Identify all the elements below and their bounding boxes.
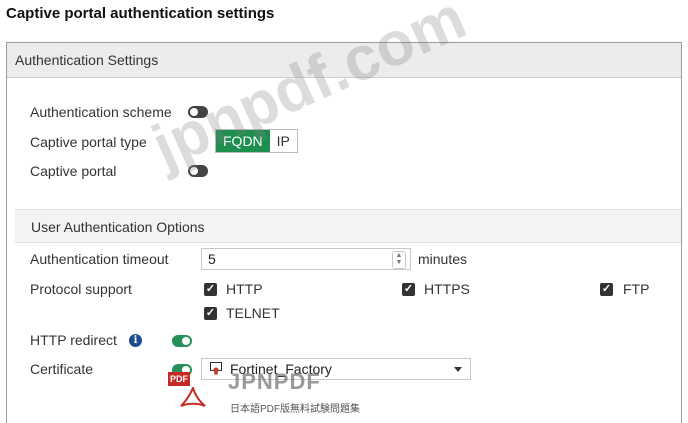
protocol-telnet-checkbox[interactable]: ✓ [204, 307, 217, 320]
timeout-unit-label: minutes [418, 251, 468, 267]
protocol-support-label: Protocol support [30, 281, 132, 297]
protocol-ftp-label: FTP [623, 281, 650, 297]
protocol-ftp-checkbox[interactable]: ✓ [600, 283, 613, 296]
protocol-http-checkbox[interactable]: ✓ [204, 283, 217, 296]
watermark-subtitle: 日本語PDF版無料試験問題集 [230, 404, 360, 415]
panel-header: Authentication Settings [7, 43, 681, 78]
watermark-brand: JPNPDF [228, 369, 321, 394]
captive-portal-label: Captive portal [30, 163, 117, 179]
captive-portal-type-label: Captive portal type [30, 134, 147, 150]
authentication-scheme-label: Authentication scheme [30, 104, 172, 120]
timeout-spinner-icon[interactable]: ▲ ▼ [392, 251, 406, 269]
protocol-telnet-label: TELNET [226, 305, 280, 321]
watermark-logo: PDF JPNPDF 日本語PDF版無料試験問題集 [168, 369, 378, 417]
chevron-down-icon [454, 367, 462, 372]
authentication-timeout-label: Authentication timeout [30, 251, 169, 267]
protocol-https-checkbox[interactable]: ✓ [402, 283, 415, 296]
authentication-settings-panel: Authentication Settings Authentication s… [6, 42, 682, 423]
info-icon[interactable]: i [129, 334, 142, 347]
acrobat-icon [180, 387, 206, 407]
authentication-scheme-toggle[interactable] [188, 106, 208, 118]
captive-portal-type-fqdn-option[interactable]: FQDN [216, 130, 270, 152]
captive-portal-type-selector: FQDN IP [215, 129, 298, 153]
captive-portal-type-ip-option[interactable]: IP [269, 130, 297, 152]
page-title: Captive portal authentication settings [6, 5, 275, 22]
user-authentication-options-header: User Authentication Options [15, 209, 681, 243]
pdf-badge-icon: PDF [168, 372, 190, 386]
http-redirect-toggle[interactable] [172, 335, 192, 347]
protocol-http-label: HTTP [226, 281, 263, 297]
authentication-timeout-input[interactable]: 5 ▲ ▼ [201, 248, 411, 270]
certificate-label: Certificate [30, 361, 94, 377]
http-redirect-label: HTTP redirect [30, 332, 117, 348]
captive-portal-toggle[interactable] [188, 165, 208, 177]
authentication-timeout-value: 5 [208, 251, 216, 267]
protocol-https-label: HTTPS [424, 281, 470, 297]
